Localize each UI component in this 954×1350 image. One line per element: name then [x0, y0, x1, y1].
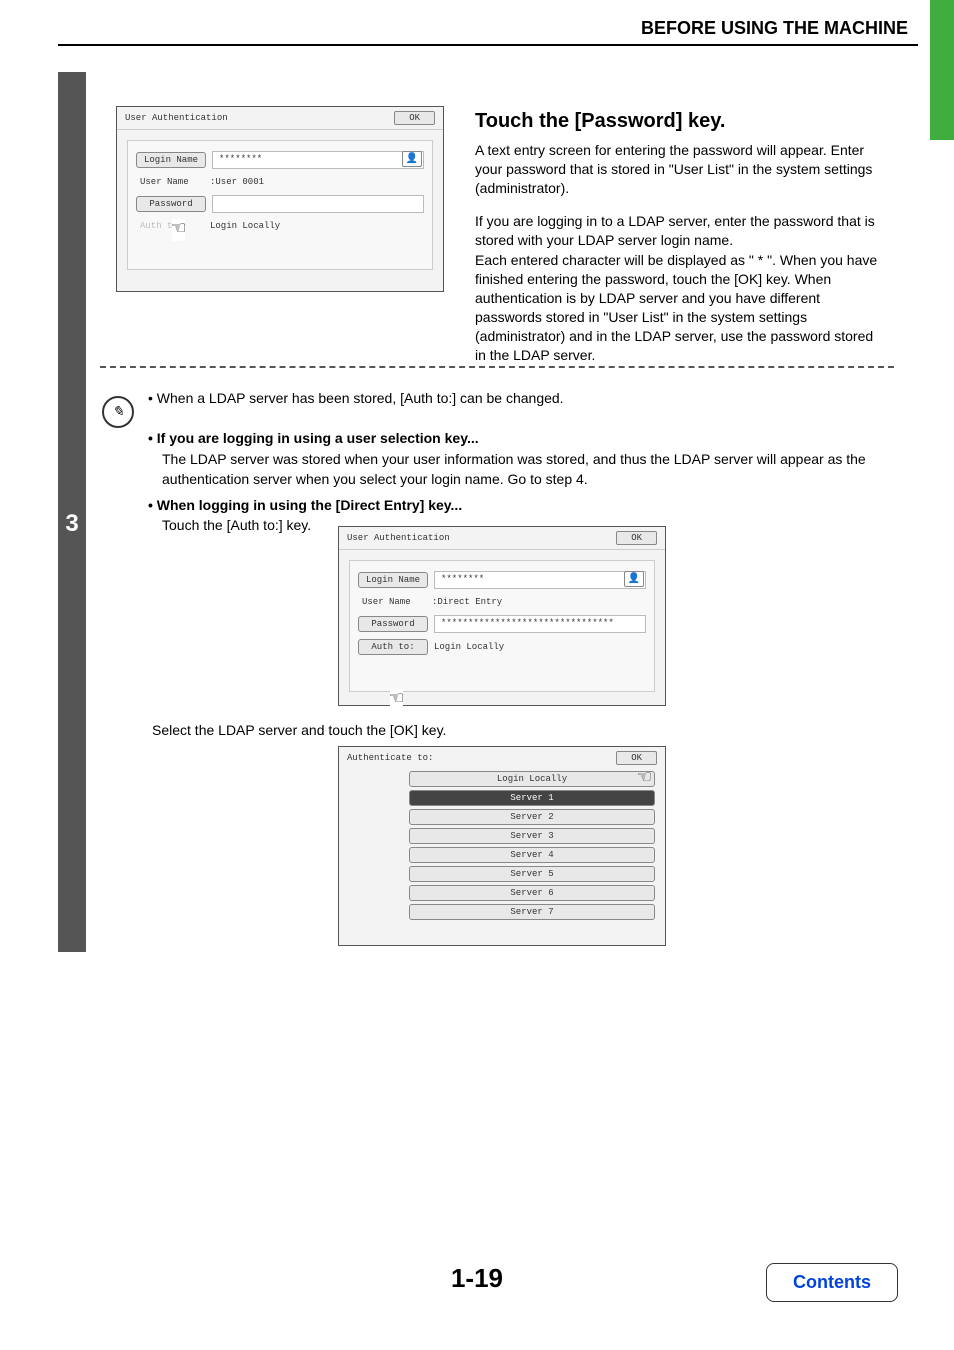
user-auth-dialog-1: User Authentication OK 👤 Login Name ****…	[116, 106, 444, 292]
user-name-value: :Direct Entry	[432, 597, 502, 607]
ok-button[interactable]: OK	[616, 751, 657, 765]
instruction-para-1: A text entry screen for entering the pas…	[475, 141, 885, 198]
hand-cursor-icon: ☜	[172, 219, 185, 241]
user-name-label: User Name	[136, 175, 204, 189]
password-button[interactable]: Password	[358, 616, 428, 632]
header-divider	[58, 44, 918, 46]
login-name-button[interactable]: Login Name	[358, 572, 428, 588]
user-select-icon[interactable]: 👤	[402, 151, 422, 167]
instruction-para-3: Each entered character will be displayed…	[475, 251, 885, 364]
login-name-field[interactable]: ********	[434, 571, 646, 589]
dialog-title: Authenticate to:	[347, 753, 433, 763]
user-select-icon[interactable]: 👤	[624, 571, 644, 587]
instruction-para-2: If you are logging in to a LDAP server, …	[475, 212, 885, 250]
step-number: 3	[58, 510, 86, 538]
server-option-server-5[interactable]: Server 5	[409, 866, 655, 882]
contents-link[interactable]: Contents	[766, 1263, 898, 1302]
note-icon: ✎	[102, 396, 134, 428]
server-option-server-2[interactable]: Server 2	[409, 809, 655, 825]
page-header: BEFORE USING THE MACHINE	[641, 18, 908, 39]
auth-to-value: Login Locally	[434, 642, 504, 652]
mid-note: Select the LDAP server and touch the [OK…	[152, 722, 446, 738]
login-name-button[interactable]: Login Name	[136, 152, 206, 168]
dashed-divider	[100, 366, 894, 368]
auth-to-label-hidden: Auth to:	[136, 219, 204, 233]
server-option-server-4[interactable]: Server 4	[409, 847, 655, 863]
server-option-server-6[interactable]: Server 6	[409, 885, 655, 901]
user-name-label: User Name	[358, 595, 426, 609]
auth-to-button[interactable]: Auth to:	[358, 639, 428, 655]
server-option-server-7[interactable]: Server 7	[409, 904, 655, 920]
hand-cursor-icon: ☜	[390, 689, 403, 711]
user-name-value: :User 0001	[210, 177, 264, 187]
password-field[interactable]: ********************************	[434, 615, 646, 633]
section-tab	[930, 0, 954, 140]
authenticate-to-dialog: Authenticate to: OK ☜ Login Locally Serv…	[338, 746, 666, 946]
ok-button[interactable]: OK	[394, 111, 435, 125]
note-bullet-1-lead: • If you are logging in using a user sel…	[148, 430, 479, 446]
password-field[interactable]	[212, 195, 424, 213]
server-option-login-locally[interactable]: Login Locally	[409, 771, 655, 787]
note-bullet-1-body: The LDAP server was stored when your use…	[162, 449, 888, 490]
note-line-1: • When a LDAP server has been stored, [A…	[148, 388, 888, 408]
instruction-text: Touch the [Password] key. A text entry s…	[475, 108, 885, 379]
password-button[interactable]: Password	[136, 196, 206, 212]
auth-to-value: Login Locally	[210, 221, 280, 231]
notes-block: • When a LDAP server has been stored, [A…	[148, 388, 888, 542]
user-auth-dialog-2: User Authentication OK 👤 Login Name ****…	[338, 526, 666, 706]
dialog-title: User Authentication	[347, 533, 450, 543]
dialog-title: User Authentication	[125, 113, 228, 123]
login-name-field[interactable]: ********	[212, 151, 424, 169]
server-option-server-1[interactable]: Server 1	[409, 790, 655, 806]
ok-button[interactable]: OK	[616, 531, 657, 545]
hand-cursor-icon: ☜	[638, 765, 651, 791]
server-option-server-3[interactable]: Server 3	[409, 828, 655, 844]
instruction-heading: Touch the [Password] key.	[475, 108, 885, 135]
note-bullet-2-lead: • When logging in using the [Direct Entr…	[148, 497, 462, 513]
